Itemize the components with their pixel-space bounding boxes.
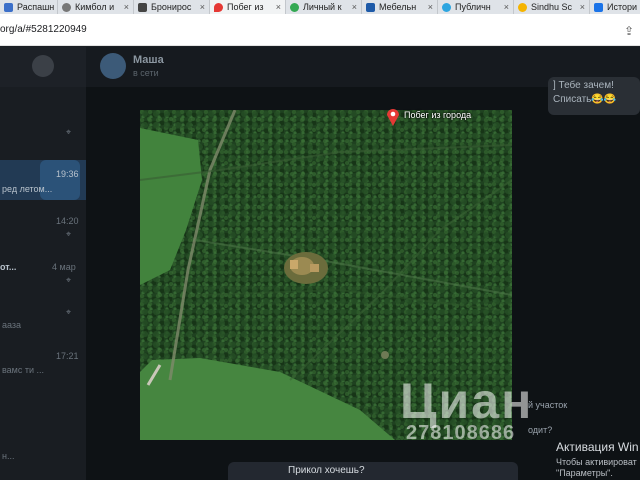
chat-status: в сети <box>133 68 159 78</box>
activation-title: Активация Win <box>556 440 639 454</box>
chart-icon <box>366 2 375 12</box>
list-item-time: 4 мар <box>52 262 76 272</box>
browser-tab[interactable]: Истори <box>590 0 640 14</box>
browser-tab[interactable]: Бронирос × <box>134 0 210 14</box>
caption-text: Прикол хочешь? <box>288 465 365 476</box>
close-icon[interactable]: × <box>580 2 585 12</box>
pin-icon: ⌖ <box>66 229 72 239</box>
list-item-highlight <box>40 160 80 200</box>
list-item-snippet: ред летом... <box>2 184 53 194</box>
list-item-time: 17:21 <box>56 351 79 361</box>
avatar[interactable] <box>100 53 126 79</box>
close-icon[interactable]: × <box>428 2 433 12</box>
list-item-time: 14:20 <box>56 216 79 226</box>
bus-icon <box>138 2 147 12</box>
chat-list: ⌖ 19:36 ред летом... 14:20 ⌖ от... 4 мар… <box>0 47 86 480</box>
windows-activation-notice: Активация Win Чтобы активироват "Парамет… <box>556 440 639 478</box>
browser-tab[interactable]: Личный к × <box>286 0 362 14</box>
browser-tab-strip: Распашн Кимбол и × Бронирос × Побег из × Ли… <box>0 0 640 14</box>
list-item-snippet: от... <box>0 262 17 272</box>
list-item-snippet: ааза <box>2 320 22 330</box>
activation-line: "Параметры". <box>556 468 613 478</box>
pin-icon: ⌖ <box>66 275 72 285</box>
pin-icon: ⌖ <box>66 127 72 137</box>
browser-tab[interactable]: Sindhu Sc × <box>514 0 590 14</box>
close-icon[interactable]: × <box>352 2 357 12</box>
blue-square-icon <box>4 2 13 12</box>
map-pin-label: Побег из города <box>404 110 472 120</box>
share-icon[interactable]: ⇪ <box>624 24 634 38</box>
pin-icon: ⌖ <box>66 307 72 317</box>
message-fragment: й участок <box>528 400 568 410</box>
watermark-id: 278108686 <box>406 422 516 444</box>
browser-tab[interactable]: Кимбол и × <box>58 0 134 14</box>
url-text[interactable]: org/a/#5281220949 <box>0 14 87 46</box>
chat-name[interactable]: Маша <box>133 54 164 66</box>
close-icon[interactable]: × <box>200 2 205 12</box>
close-icon[interactable]: × <box>504 2 509 12</box>
address-bar[interactable]: org/a/#5281220949 ⇪ <box>0 14 640 46</box>
browser-tab[interactable]: Распашн <box>0 0 58 14</box>
avatar[interactable] <box>32 55 54 77</box>
list-item-time: 19:36 <box>56 169 79 179</box>
message-bubble[interactable]: ] Тебе зачем! Списать😂😂 <box>548 77 640 115</box>
map-pin-icon <box>387 109 399 126</box>
list-item-snippet: н... <box>2 451 15 461</box>
close-icon[interactable]: × <box>276 2 281 12</box>
telegram-icon <box>442 2 451 12</box>
close-icon[interactable]: × <box>124 2 129 12</box>
list-item-snippet: вамс ти ... <box>2 365 45 375</box>
browser-tab-active[interactable]: Побег из × <box>210 0 286 14</box>
activation-line: Чтобы активироват <box>556 457 637 467</box>
cloud-icon <box>290 2 299 12</box>
globe-icon <box>62 2 71 12</box>
sun-icon <box>518 2 527 12</box>
photo-caption: Прикол хочешь? <box>228 462 518 480</box>
browser-tab[interactable]: Публичн × <box>438 0 514 14</box>
map-pin-icon <box>214 2 223 12</box>
browser-tab[interactable]: Мебельн × <box>362 0 438 14</box>
download-icon <box>594 2 603 12</box>
